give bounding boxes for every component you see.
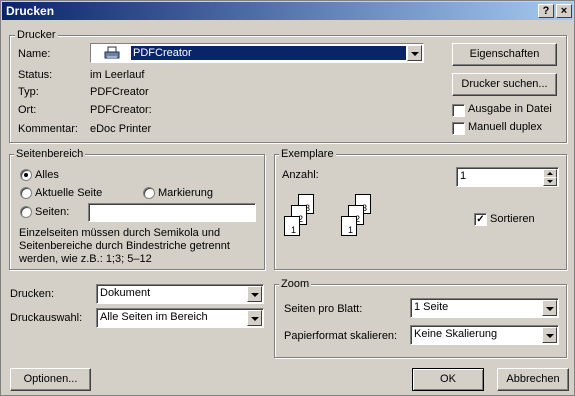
pages-per-sheet-select[interactable]: 1 Seite: [410, 298, 559, 318]
copies-group-label: Exemplare: [279, 148, 336, 160]
printer-icon: [103, 46, 121, 60]
copies-count-value: 1: [460, 170, 467, 182]
range-current-radio[interactable]: [20, 187, 32, 199]
zoom-group-label: Zoom: [279, 278, 312, 290]
print-to-file-label: Ausgabe in Datei: [468, 103, 552, 115]
printer-name-label: Name:: [18, 48, 51, 60]
scale-label: Papierformat skalieren:: [284, 330, 398, 342]
print-dialog: Drucken ? × Drucker Name: PDFCreator Sta…: [0, 0, 575, 396]
range-pages-radio[interactable]: [20, 206, 32, 218]
zoom-group: [274, 284, 567, 358]
range-pages-label: Seiten:: [35, 206, 70, 218]
type-label: Typ:: [18, 86, 39, 98]
print-to-file-checkbox[interactable]: [452, 104, 465, 117]
location-value: PDFCreator:: [90, 104, 152, 116]
comment-value: eDoc Printer: [90, 123, 152, 135]
print-what-select[interactable]: Dokument: [96, 284, 264, 304]
type-value: PDFCreator: [90, 86, 149, 98]
pages-per-sheet-value: 1 Seite: [414, 301, 449, 313]
title-bar[interactable]: Drucken ? ×: [2, 2, 573, 20]
scale-value: Keine Skalierung: [414, 328, 498, 340]
printer-name-value: PDFCreator: [131, 46, 406, 60]
chevron-down-icon[interactable]: [247, 310, 262, 326]
duplex-checkbox[interactable]: [452, 122, 465, 135]
collate-checkbox[interactable]: ✓: [474, 213, 487, 226]
range-selection-label: Markierung: [158, 187, 214, 199]
collate-label: Sortieren: [490, 213, 535, 225]
collate-illustration: 3 2 1 3 2 1: [283, 191, 393, 251]
cancel-button[interactable]: Abbrechen: [497, 368, 569, 391]
chevron-down-icon[interactable]: [542, 327, 557, 343]
chevron-down-icon[interactable]: [542, 300, 557, 316]
page-range-group-label: Seitenbereich: [14, 148, 86, 160]
print-what-label: Drucken:: [10, 288, 55, 300]
range-selection-radio[interactable]: [143, 187, 155, 199]
collate-page-icon: 1: [341, 216, 357, 236]
find-printer-button[interactable]: Drucker suchen...: [452, 73, 557, 96]
status-label: Status:: [18, 69, 53, 81]
options-button[interactable]: Optionen...: [10, 368, 91, 391]
spin-down-icon[interactable]: [543, 177, 557, 186]
close-button[interactable]: ×: [556, 4, 572, 18]
range-current-label: Aktuelle Seite: [35, 187, 103, 199]
pages-input[interactable]: [88, 203, 256, 222]
printer-group-label: Drucker: [15, 29, 58, 41]
range-all-radio[interactable]: [20, 169, 32, 181]
printer-name-combo[interactable]: PDFCreator: [90, 43, 424, 63]
scale-select[interactable]: Keine Skalierung: [410, 325, 559, 345]
comment-label: Kommentar:: [18, 123, 78, 135]
copies-count-spinner[interactable]: 1: [456, 167, 559, 187]
chevron-down-icon[interactable]: [247, 286, 262, 302]
print-select-value: Alle Seiten im Bereich: [100, 311, 208, 323]
pages-per-sheet-label: Seiten pro Blatt:: [284, 303, 363, 315]
copies-count-label: Anzahl:: [282, 169, 319, 181]
print-what-value: Dokument: [100, 287, 151, 299]
collate-page-icon: 1: [284, 216, 300, 236]
print-select-label: Druckauswahl:: [10, 312, 83, 324]
help-button[interactable]: ?: [538, 4, 554, 18]
ok-button[interactable]: OK: [412, 368, 484, 391]
range-all-label: Alles: [35, 169, 59, 181]
duplex-label: Manuell duplex: [468, 121, 542, 133]
range-hint: Einzelseiten müssen durch Semikola und S…: [19, 227, 230, 265]
printer-dropdown-icon[interactable]: [407, 45, 422, 61]
properties-button[interactable]: Eigenschaften: [452, 43, 557, 66]
print-select-select[interactable]: Alle Seiten im Bereich: [96, 308, 264, 328]
status-value: im Leerlauf: [90, 69, 145, 81]
window-title: Drucken: [6, 4, 55, 18]
location-label: Ort:: [18, 104, 37, 116]
